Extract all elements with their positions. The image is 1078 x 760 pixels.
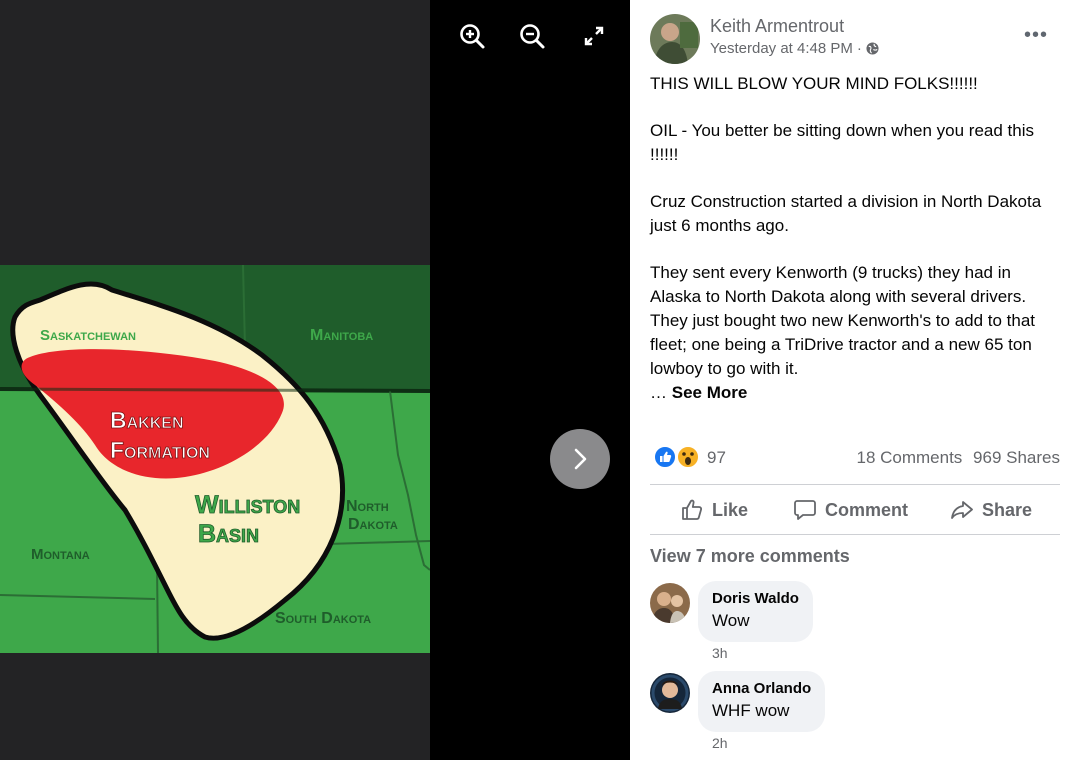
map-label-bakken: Bakken xyxy=(110,407,184,433)
engagement-counts: 18 Comments 969 Shares xyxy=(856,448,1060,468)
post-paragraph: Cruz Construction started a division in … xyxy=(650,192,1042,235)
comments-count[interactable]: 18 Comments xyxy=(856,448,962,467)
map-label-manitoba: Manitoba xyxy=(310,327,373,344)
divider xyxy=(650,534,1060,535)
map-label-north: North xyxy=(346,498,389,515)
post-options-button[interactable]: ••• xyxy=(1024,24,1052,48)
fullscreen-icon xyxy=(584,26,604,46)
chevron-right-icon xyxy=(574,448,587,470)
photo-viewer: Saskatchewan Manitoba Bakken Formation W… xyxy=(0,0,630,760)
comment-text: WHF wow xyxy=(712,701,790,720)
comment-bubble: Anna Orlando WHF wow xyxy=(698,671,826,732)
comment-bubble-icon xyxy=(794,500,816,520)
post-paragraph: They sent every Kenworth (9 trucks) they… xyxy=(650,263,1036,378)
post-paragraph: THIS WILL BLOW YOUR MIND FOLKS!!!!!! xyxy=(650,74,978,93)
comment-time[interactable]: 3h xyxy=(712,645,728,661)
zoom-out-icon xyxy=(520,24,545,49)
bakken-map-image: Saskatchewan Manitoba Bakken Formation W… xyxy=(0,265,430,653)
shares-count[interactable]: 969 Shares xyxy=(973,448,1060,467)
map-label-formation: Formation xyxy=(110,437,210,463)
commenter-avatar[interactable] xyxy=(650,583,690,623)
comment-bubble: Doris Waldo Wow xyxy=(698,581,813,642)
reactions-row: 97 18 Comments 969 Shares xyxy=(650,444,1060,472)
author-name[interactable]: Keith Armentrout xyxy=(710,16,844,37)
comment-button[interactable]: Comment xyxy=(793,494,908,526)
post-text: THIS WILL BLOW YOUR MIND FOLKS!!!!!! OIL… xyxy=(650,72,1060,405)
next-photo-button[interactable] xyxy=(550,429,610,489)
ellipsis: … xyxy=(650,383,672,402)
see-more-link[interactable]: See More xyxy=(672,383,748,402)
thumbs-up-icon xyxy=(682,499,703,520)
divider xyxy=(650,484,1060,485)
share-button[interactable]: Share xyxy=(950,494,1032,526)
fullscreen-button[interactable] xyxy=(580,22,608,50)
reaction-count[interactable]: 97 xyxy=(707,448,726,468)
globe-icon xyxy=(866,42,879,55)
author-avatar[interactable] xyxy=(650,14,700,64)
post-meta: Yesterday at 4:48 PM · xyxy=(710,40,879,57)
share-arrow-icon xyxy=(951,501,973,519)
like-label: Like xyxy=(712,499,749,520)
comment-author[interactable]: Anna Orlando xyxy=(712,679,811,699)
view-more-comments-link[interactable]: View 7 more comments xyxy=(650,546,850,567)
map-label-dakota: Dakota xyxy=(348,516,398,533)
comment-text: Wow xyxy=(712,611,750,630)
map-label-montana: Montana xyxy=(31,546,90,563)
post-paragraph: OIL - You better be sitting down when yo… xyxy=(650,121,1035,164)
post-photo[interactable]: Saskatchewan Manitoba Bakken Formation W… xyxy=(0,0,430,760)
comment-label: Comment xyxy=(825,499,909,520)
post-panel: Keith Armentrout Yesterday at 4:48 PM · … xyxy=(630,0,1078,760)
commenter-avatar[interactable] xyxy=(650,673,690,713)
share-label: Share xyxy=(982,499,1033,520)
zoom-out-button[interactable] xyxy=(518,22,546,50)
meta-separator: · xyxy=(856,40,862,57)
like-button[interactable]: Like xyxy=(680,494,748,526)
reaction-icons[interactable] xyxy=(652,444,700,470)
zoom-in-button[interactable] xyxy=(458,22,486,50)
zoom-in-icon xyxy=(460,24,485,49)
comment-author[interactable]: Doris Waldo xyxy=(712,589,799,609)
map-label-south-dakota: South Dakota xyxy=(275,610,371,627)
map-label-basin: Basin xyxy=(198,520,259,548)
map-label-saskatchewan: Saskatchewan xyxy=(40,327,136,344)
map-label-williston: Williston xyxy=(195,491,300,519)
comment-time[interactable]: 2h xyxy=(712,735,728,751)
post-timestamp[interactable]: Yesterday at 4:48 PM xyxy=(710,40,853,57)
